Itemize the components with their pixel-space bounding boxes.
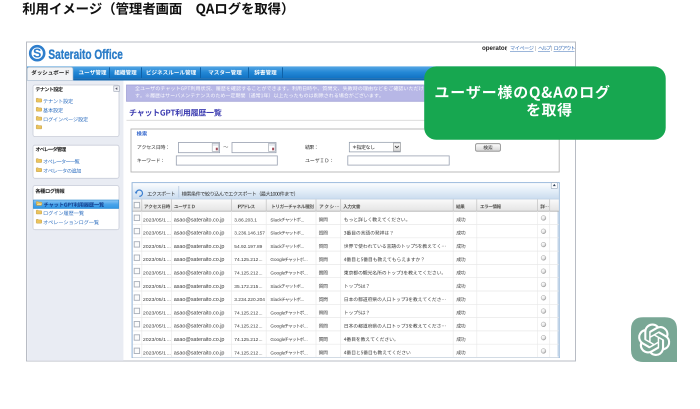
svg-text:...: ... xyxy=(259,337,263,342)
svg-text:S: S xyxy=(33,47,41,61)
svg-text:...: ... xyxy=(301,297,305,302)
svg-text:...: ... xyxy=(304,271,308,276)
svg-text:74.125.212: 74.125.212 xyxy=(234,350,258,356)
svg-text:asao@sateraito.co.jp: asao@sateraito.co.jp xyxy=(174,257,225,263)
svg-text:3.234.220.204: 3.234.220.204 xyxy=(234,297,265,303)
svg-text:...: ... xyxy=(259,350,263,355)
svg-text:2023/05/1: 2023/05/1 xyxy=(143,337,166,343)
svg-text:asao@sateraito.co.jp: asao@sateraito.co.jp xyxy=(174,350,225,356)
svg-text:...: ... xyxy=(259,284,263,289)
svg-text:asao@sateraito.co.jp: asao@sateraito.co.jp xyxy=(174,271,225,277)
svg-text:|: | xyxy=(506,46,507,52)
svg-text:|: | xyxy=(551,46,552,52)
svg-text:...: ... xyxy=(304,310,308,315)
svg-text:...: ... xyxy=(259,310,263,315)
svg-text:Google: Google xyxy=(270,257,285,262)
svg-text:...: ... xyxy=(167,217,171,222)
svg-text:...: ... xyxy=(301,284,305,289)
svg-text:asao@sateraito.co.jp: asao@sateraito.co.jp xyxy=(174,217,225,223)
svg-text:74.125.212: 74.125.212 xyxy=(234,271,258,277)
svg-text:...: ... xyxy=(167,310,171,315)
svg-text:...: ... xyxy=(259,257,263,262)
svg-text:asao@sateraito.co.jp: asao@sateraito.co.jp xyxy=(174,310,225,316)
svg-text:Google: Google xyxy=(270,271,285,276)
svg-text:Slack: Slack xyxy=(270,284,282,289)
svg-text:2023/05/1: 2023/05/1 xyxy=(143,231,166,237)
svg-text:3.236.146.157: 3.236.146.157 xyxy=(234,231,265,237)
svg-text:|: | xyxy=(535,46,536,52)
svg-text:...: ... xyxy=(167,257,171,262)
svg-text:Sateraito Office: Sateraito Office xyxy=(48,47,123,63)
svg-text:asao@sateraito.co.jp: asao@sateraito.co.jp xyxy=(174,297,225,303)
svg-text:35.172.215: 35.172.215 xyxy=(234,284,258,290)
svg-text:2023/05/1: 2023/05/1 xyxy=(143,257,166,263)
svg-text:...: ... xyxy=(304,350,308,355)
svg-text:operator: operator xyxy=(482,45,508,52)
svg-text:74.125.212: 74.125.212 xyxy=(234,324,258,330)
svg-text:asao@sateraito.co.jp: asao@sateraito.co.jp xyxy=(174,244,225,250)
svg-text:Slack: Slack xyxy=(270,231,282,236)
svg-text:Google: Google xyxy=(270,310,285,315)
svg-text:asao@sateraito.co.jp: asao@sateraito.co.jp xyxy=(174,337,225,343)
svg-text:Google: Google xyxy=(270,324,285,329)
svg-text:asao@sateraito.co.jp: asao@sateraito.co.jp xyxy=(174,324,225,330)
svg-text:...: ... xyxy=(167,297,171,302)
svg-text:...: ... xyxy=(301,244,305,249)
svg-text:...: ... xyxy=(259,271,263,276)
svg-text:3.86.203.1: 3.86.203.1 xyxy=(234,217,257,223)
svg-text:...: ... xyxy=(167,271,171,276)
svg-text:2023/05/1: 2023/05/1 xyxy=(143,217,166,223)
svg-text:2023/05/1: 2023/05/1 xyxy=(143,284,166,290)
svg-text:74.125.212: 74.125.212 xyxy=(234,257,258,263)
svg-text:2023/05/1: 2023/05/1 xyxy=(143,350,166,356)
svg-text:...: ... xyxy=(167,324,171,329)
svg-text:...: ... xyxy=(304,324,308,329)
svg-text:asao@sateraito.co.jp: asao@sateraito.co.jp xyxy=(174,284,225,290)
svg-text:...: ... xyxy=(301,217,305,222)
svg-text:...: ... xyxy=(259,324,263,329)
svg-text:54.92.197.89: 54.92.197.89 xyxy=(234,244,262,250)
svg-text:2023/05/1: 2023/05/1 xyxy=(143,310,166,316)
svg-text:...: ... xyxy=(167,244,171,249)
svg-text:Slack: Slack xyxy=(270,217,282,222)
svg-text:2023/05/1: 2023/05/1 xyxy=(143,271,166,277)
svg-text:2023/05/1: 2023/05/1 xyxy=(143,244,166,250)
svg-text:Slack: Slack xyxy=(270,244,282,249)
svg-text:Google: Google xyxy=(270,350,285,355)
svg-text:...: ... xyxy=(301,231,305,236)
svg-text:2023/05/1: 2023/05/1 xyxy=(143,297,166,303)
svg-text:2023/05/1: 2023/05/1 xyxy=(143,324,166,330)
svg-text:Google: Google xyxy=(270,337,285,342)
svg-text:74.125.212: 74.125.212 xyxy=(234,337,258,343)
svg-text:...: ... xyxy=(304,257,308,262)
svg-text:74.125.212: 74.125.212 xyxy=(234,310,258,316)
svg-text:...: ... xyxy=(304,337,308,342)
svg-text:asao@sateraito.co.jp: asao@sateraito.co.jp xyxy=(174,231,225,237)
svg-text:...: ... xyxy=(167,231,171,236)
svg-text:...: ... xyxy=(167,284,171,289)
svg-text:Slack: Slack xyxy=(270,297,282,302)
svg-text:...: ... xyxy=(167,350,171,355)
svg-text:...: ... xyxy=(167,337,171,342)
